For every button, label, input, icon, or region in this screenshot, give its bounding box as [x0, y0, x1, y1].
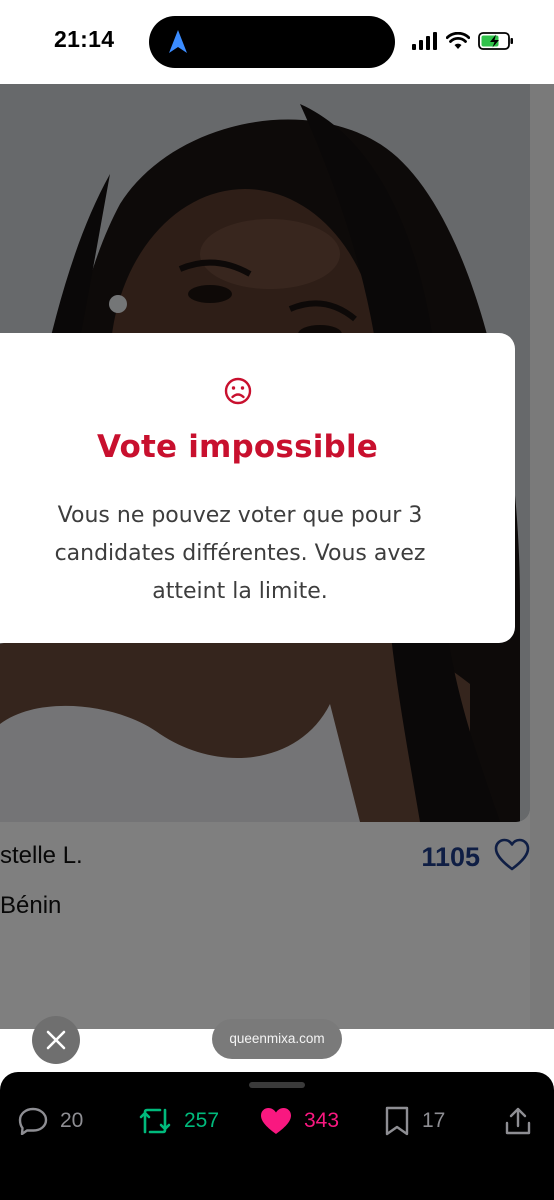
vote-error-dialog: Vote impossible Vous ne pouvez voter que…	[0, 333, 515, 643]
post-action-bar: 20 257 343 17	[0, 1072, 554, 1200]
cellular-signal-icon	[412, 32, 437, 50]
like-action[interactable]: 343	[260, 1105, 339, 1137]
dialog-title: Vote impossible	[96, 429, 379, 465]
repost-count: 257	[184, 1109, 220, 1132]
url-pill[interactable]: queenmixa.com	[212, 1019, 342, 1059]
bookmark-action[interactable]: 17	[384, 1105, 445, 1137]
dialog-message: Vous ne pouvez voter que pour 3 candidat…	[54, 503, 426, 604]
share-icon	[505, 1107, 531, 1135]
dynamic-island	[149, 16, 395, 68]
share-action[interactable]	[504, 1105, 532, 1137]
frown-icon	[224, 377, 252, 405]
bookmark-icon	[385, 1106, 409, 1136]
like-count: 343	[304, 1109, 340, 1132]
close-icon	[46, 1030, 66, 1050]
status-icons	[412, 30, 514, 52]
repost-action[interactable]: 257	[138, 1105, 219, 1137]
sheet-grabber[interactable]	[249, 1082, 305, 1088]
close-button[interactable]	[32, 1016, 80, 1064]
repost-icon	[139, 1108, 171, 1134]
reply-bubble-icon	[18, 1107, 48, 1135]
battery-charging-icon	[478, 32, 513, 50]
screen: 21:14 Vote impossible Vous ne pouvez vot…	[0, 0, 554, 1200]
wifi-icon	[446, 32, 470, 49]
reply-count: 20	[60, 1109, 84, 1132]
reply-action[interactable]: 20	[18, 1105, 83, 1137]
status-bar: 21:14	[0, 0, 554, 84]
bookmark-count: 17	[422, 1109, 446, 1132]
heart-filled-icon	[261, 1108, 291, 1134]
navigation-arrow-icon	[169, 30, 187, 53]
status-time: 21:14	[54, 26, 115, 52]
